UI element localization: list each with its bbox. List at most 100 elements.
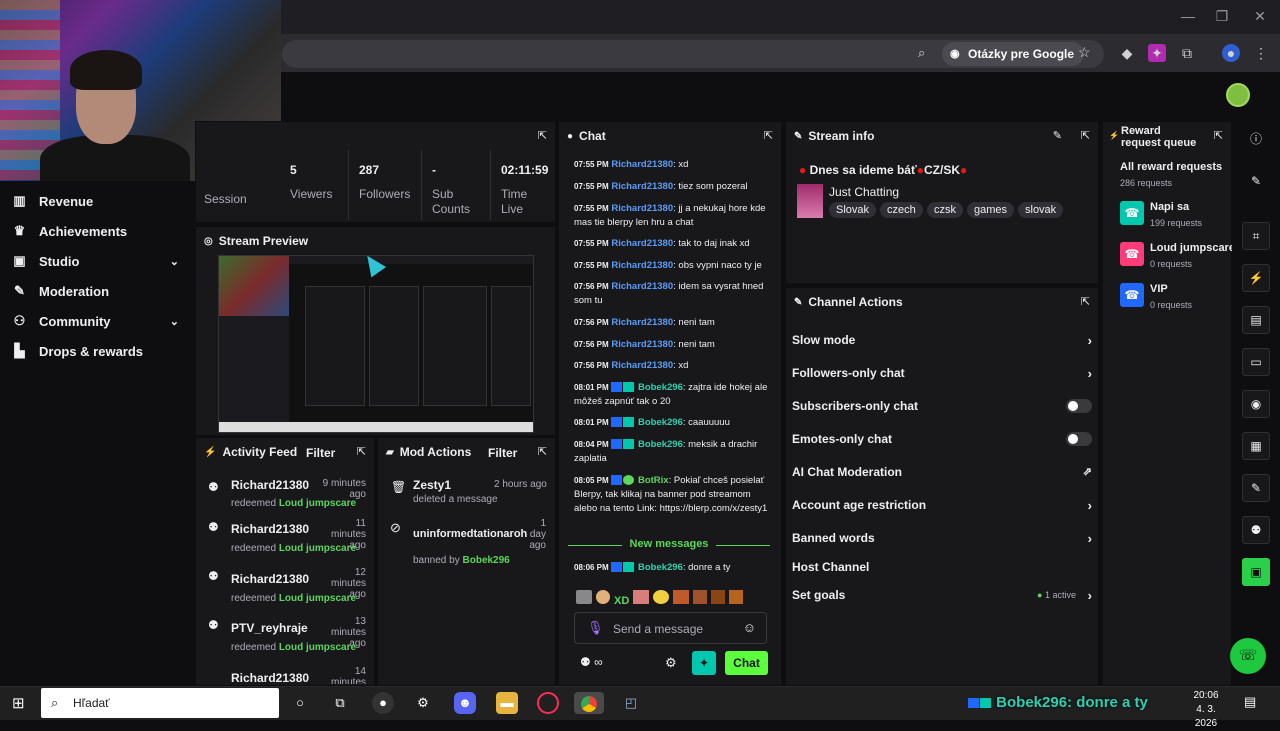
toggle-switch[interactable] [1066,399,1092,413]
ad-icon[interactable]: ▦ [1242,432,1270,460]
profile-icon[interactable]: ● [1222,44,1240,62]
chat-username[interactable]: Bobek296 [638,439,683,450]
sidebar-item-achievements[interactable]: ♛ Achievements [0,216,195,246]
emote-icon[interactable] [653,590,670,604]
new-messages-divider[interactable]: New messages [568,538,770,552]
popout-icon[interactable]: ⇱ [538,129,547,142]
stream-category[interactable]: Just Chatting [829,185,899,199]
note-icon[interactable]: ▤ [1242,306,1270,334]
mod-target-user[interactable]: Zesty1 [413,478,451,492]
close-window-icon[interactable]: ✕ [1250,8,1270,26]
chat-input[interactable]: 🎙 Send a message ☺ [574,612,767,644]
sidebar-item-revenue[interactable]: ▥ Revenue [0,186,195,216]
popout-icon[interactable]: ⇱ [538,445,547,458]
notifications-icon[interactable]: ▤ [1244,694,1256,710]
toggle-switch[interactable] [1066,432,1092,446]
chat-username[interactable]: Richard21380 [611,159,673,170]
channel-points-icon[interactable]: ✦ [692,651,716,675]
tag-chip[interactable]: Slovak [829,202,877,218]
chat-username[interactable]: Bobek296 [638,562,683,573]
community-icon[interactable]: ⚉ [1242,516,1270,544]
category-boxart[interactable] [797,184,823,218]
emote-icon[interactable] [673,590,690,604]
popout-icon[interactable]: ⇱ [357,445,366,458]
windows-start-icon[interactable]: ⊞ [12,694,25,712]
clip-icon[interactable]: ⌗ [1242,222,1270,250]
app-icon[interactable]: ◰ [620,692,642,714]
maximize-icon[interactable]: ❐ [1212,8,1232,26]
microphone-icon[interactable]: 🎙 [587,620,604,636]
stream-preview-video[interactable] [218,255,534,433]
chat-username[interactable]: Richard21380 [611,203,673,214]
sidebar-item-drops[interactable]: ▙ Drops & rewards [0,336,195,366]
channel-action-set-goals[interactable]: Set goals ● 1 active › [792,588,1092,603]
activity-filter-button[interactable]: Filter [306,446,335,460]
chrome-icon[interactable] [574,692,604,714]
chat-bubble-icon[interactable]: ▭ [1242,348,1270,376]
chat-username[interactable]: Richard21380 [611,360,673,371]
info-icon[interactable]: ⓘ [1242,126,1270,154]
channel-action-account-age-restriction[interactable]: Account age restriction › [792,498,1092,513]
chat-username[interactable]: Richard21380 [611,238,673,249]
google-questions-chip[interactable]: ◉ Otázky pre Google [942,42,1085,66]
obs-icon[interactable]: ● [372,692,394,714]
opera-icon[interactable] [537,692,559,714]
activity-user[interactable]: Richard21380 [231,671,309,684]
extension-diamond-icon[interactable]: ◆ [1118,44,1136,62]
file-explorer-icon[interactable]: ▬ [496,692,518,714]
discord-icon[interactable]: ☻ [454,692,476,714]
channel-action-host-channel[interactable]: Host Channel [792,560,1092,574]
popout-icon[interactable]: ⇱ [1081,129,1090,142]
activity-user[interactable]: Richard21380 [231,522,309,536]
wrench-icon[interactable]: ✎ [1242,474,1270,502]
edit-pencil-icon[interactable]: ✎ [1053,129,1062,142]
tag-chip[interactable]: games [967,202,1015,218]
emote-icon[interactable] [596,590,610,604]
extension-ghost-icon[interactable]: ✦ [1148,44,1166,62]
activity-user[interactable]: Richard21380 [231,478,309,492]
mod-target-user[interactable]: uninformedtationaroh [413,528,527,540]
chat-username[interactable]: Richard21380 [611,260,673,271]
emote-xd[interactable]: XD [614,595,629,607]
activity-user[interactable]: Richard21380 [231,572,309,586]
emote-icon[interactable] [633,590,650,604]
channel-action-followers-only-chat[interactable]: Followers-only chat › [792,366,1092,381]
gear-icon[interactable]: ⚙ [665,655,677,671]
support-headset-icon[interactable]: ☏ [1230,638,1266,674]
taskbar-search[interactable]: ⌕ Hľadať [41,688,279,718]
edit-pencil-icon[interactable]: ✎ [1242,168,1270,196]
chat-username[interactable]: Richard21380 [611,339,673,350]
all-rewards-label[interactable]: All reward requests [1120,161,1222,173]
popout-icon[interactable]: ⇱ [1214,129,1223,142]
popout-icon[interactable]: ⇱ [764,129,773,142]
channel-action-banned-words[interactable]: Banned words › [792,531,1092,546]
chat-username[interactable]: Richard21380 [611,281,673,292]
steam-icon[interactable]: ⚙ [412,692,434,714]
menu-kebab-icon[interactable]: ⋮ [1252,44,1270,62]
activity-user[interactable]: PTV_reyhraje [231,621,308,635]
clapper-icon[interactable]: ▣ [1242,558,1270,586]
task-view-icon[interactable]: ⧉ [329,692,351,714]
channel-action-emotes-only-chat[interactable]: Emotes-only chat [792,432,1092,446]
channel-action-subscribers-only-chat[interactable]: Subscribers-only chat [792,399,1092,413]
user-avatar[interactable] [1226,83,1250,107]
address-bar[interactable]: ⌕ ◉ Otázky pre Google ☆ [282,40,1104,68]
tag-chip[interactable]: czsk [927,202,963,218]
search-lens-icon[interactable]: ⌕ [918,45,925,61]
community-points-icon[interactable]: ⚉ ∞ [580,655,603,669]
bolt-icon[interactable]: ⚡ [1242,264,1270,292]
sidebar-item-studio[interactable]: ▣ Studio ⌄ [0,246,195,276]
chat-username[interactable]: Bobek296 [638,382,683,393]
channel-action-slow-mode[interactable]: Slow mode › [792,333,1092,348]
broadcast-icon[interactable]: ◉ [1242,390,1270,418]
chat-username[interactable]: BotRix [638,475,669,486]
emote-icon[interactable] [711,590,726,604]
channel-action-ai-chat-moderation[interactable]: AI Chat Moderation ⇗ [792,465,1092,479]
emote-picker-icon[interactable]: ☺ [743,620,756,635]
extensions-puzzle-icon[interactable]: ⧉ [1178,44,1196,62]
chat-send-button[interactable]: Chat [725,651,768,675]
sidebar-item-community[interactable]: ⚇ Community ⌄ [0,306,195,336]
popout-icon[interactable]: ⇱ [1081,295,1090,308]
bookmark-star-icon[interactable]: ☆ [1078,44,1091,61]
mod-filter-button[interactable]: Filter [488,446,517,460]
